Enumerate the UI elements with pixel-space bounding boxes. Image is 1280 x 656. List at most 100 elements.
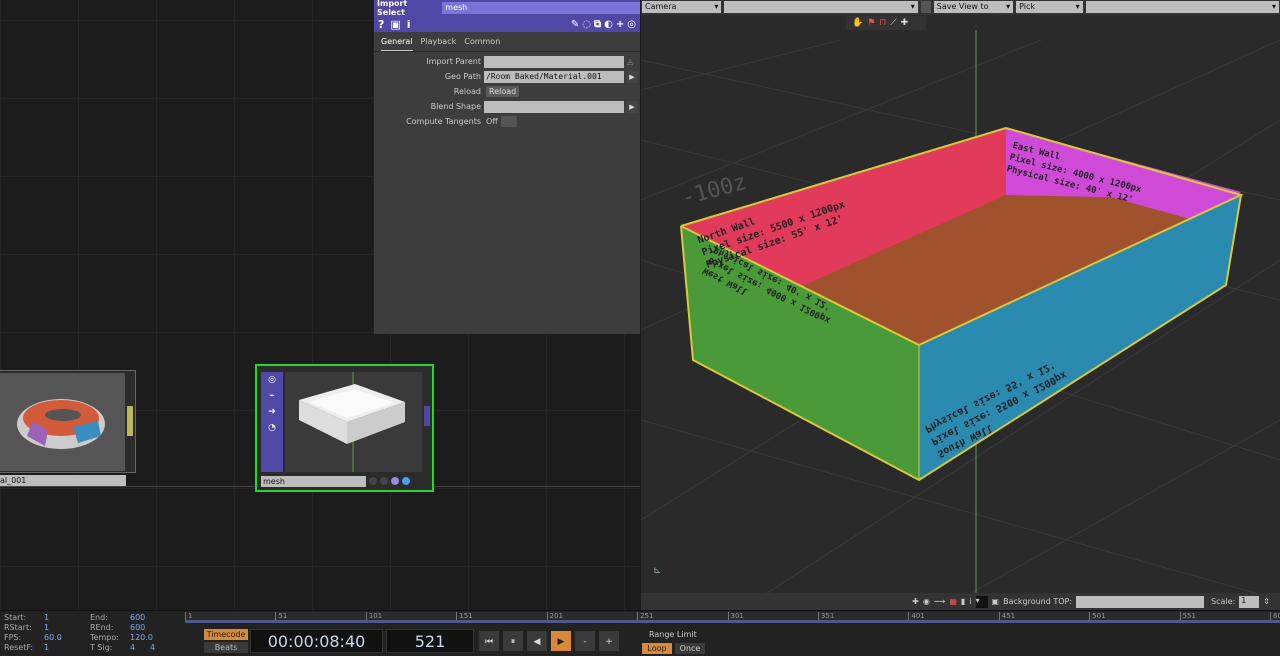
tab-common[interactable]: Common: [464, 37, 500, 51]
info-icon[interactable]: i: [407, 18, 411, 31]
pause-icon[interactable]: ⏸: [502, 630, 524, 652]
param-tabs: General Playback Common: [374, 32, 640, 52]
import-parent-field[interactable]: [484, 55, 624, 68]
camera-path-field[interactable]: [724, 1, 918, 13]
node-material-label[interactable]: al_001: [0, 475, 126, 486]
flag-icon[interactable]: ⚑: [867, 18, 875, 28]
param-geo-path: Geo Path /Room Baked/Material.001 ▶: [374, 69, 640, 84]
timecode-display[interactable]: 00:00:08:40: [250, 629, 383, 653]
timeline-ruler[interactable]: 151101151201251301351401451501551600: [185, 612, 1280, 623]
comment-icon[interactable]: ◌: [582, 19, 591, 30]
range-limit-label: Range Limit: [649, 630, 697, 639]
info-icon[interactable]: i: [969, 597, 971, 606]
param-label: Import Parent: [426, 57, 481, 66]
dropdown-icon[interactable]: ▾: [975, 595, 988, 608]
help-icon[interactable]: ?: [378, 18, 384, 31]
blend-shape-field[interactable]: [484, 100, 624, 113]
viewer-tools: ✋ ⚑ ⊓ ⟋ ✚: [846, 16, 926, 30]
camera-icon[interactable]: ◉: [923, 597, 930, 606]
timecode-button[interactable]: Timecode: [204, 629, 248, 640]
step-forward-icon[interactable]: +: [598, 630, 620, 652]
step-back-icon[interactable]: -: [574, 630, 596, 652]
crosshair-icon[interactable]: ✚: [901, 18, 909, 28]
compute-tangents-toggle[interactable]: Off: [486, 117, 498, 126]
copy-icon[interactable]: ⧉: [594, 19, 601, 30]
once-button[interactable]: Once: [675, 643, 705, 654]
operator-name-field[interactable]: mesh: [442, 2, 640, 14]
timeline-tick: 501: [1089, 612, 1106, 620]
python-icon[interactable]: ◐: [604, 19, 613, 30]
viewer-toolbar: Camera Save View to Pick: [641, 0, 1280, 15]
tab-general[interactable]: General: [381, 37, 413, 51]
play-forward-icon[interactable]: ▶: [550, 630, 572, 652]
node-mesh-label[interactable]: mesh: [261, 476, 366, 487]
loop-button[interactable]: Loop: [642, 643, 672, 654]
timeline-bar: Start: 1 End: 600 RStart: 1 REnd: 600 FPS: 60.0…: [0, 610, 1280, 656]
menu-arrow-icon[interactable]: ▶: [626, 100, 638, 113]
timeline-tick: 51: [275, 612, 287, 620]
timeline-tick: 351: [817, 612, 834, 620]
background-top-label: Background TOP:: [1003, 597, 1073, 606]
camera-dropdown[interactable]: Camera: [642, 1, 722, 13]
param-compute-tangents: Compute Tangents Off: [374, 114, 640, 129]
timeline-tick: 600: [1270, 612, 1280, 620]
play-backward-icon[interactable]: ◀: [526, 630, 548, 652]
timeline-tick: 201: [546, 612, 563, 620]
param-label: Blend Shape: [430, 102, 481, 111]
pin-icon[interactable]: ◬: [627, 57, 633, 66]
add-icon[interactable]: ✚: [912, 597, 919, 606]
time-mode: Timecode Beats: [188, 629, 248, 653]
param-toolbar: ? ▣ i ✎ ◌ ⧉ ◐ + ◎: [374, 16, 640, 32]
beats-button[interactable]: Beats: [204, 642, 248, 653]
torus-thumbnail: [17, 399, 105, 449]
background-top-field[interactable]: [1076, 595, 1205, 608]
node-sidebar: ◎ ⌁ ➔ ◔: [261, 372, 283, 472]
timeline-tick: 451: [998, 612, 1015, 620]
menu-arrow-icon[interactable]: ▶: [626, 70, 638, 83]
operator-type: Import Select: [377, 0, 408, 17]
photo-icon[interactable]: ▣: [992, 597, 1000, 606]
node-material[interactable]: [0, 370, 136, 473]
timeline-tick: 551: [1179, 612, 1196, 620]
parameter-panel: Import Select mesh ? ▣ i ✎ ◌ ⧉ ◐ + ◎ Gen…: [373, 0, 640, 334]
rewind-icon[interactable]: ⏮: [478, 630, 500, 652]
trash-icon[interactable]: ▮: [961, 597, 965, 606]
transport-controls: ⏮ ⏸ ◀ ▶ - +: [478, 630, 620, 652]
time-settings: Start: 1 End: 600 RStart: 1 REnd: 600 FPS: 60.0…: [4, 613, 156, 652]
geo-path-field[interactable]: /Room Baked/Material.001: [484, 70, 624, 83]
reload-button[interactable]: Reload: [486, 86, 520, 97]
timeline-tick: 1: [185, 612, 192, 620]
pick-dropdown[interactable]: Pick: [1016, 1, 1083, 13]
geometry-viewer[interactable]: -100z North Wall Pixel size: 5500 x 1200p…: [641, 0, 1280, 610]
node-mesh[interactable]: ◎ ⌁ ➔ ◔ mesh: [255, 364, 434, 492]
add-icon[interactable]: +: [616, 19, 624, 30]
save-view-dropdown[interactable]: Save View to: [933, 1, 1014, 13]
scale-field[interactable]: 1: [1239, 595, 1260, 608]
timeline-tick: 301: [727, 612, 744, 620]
param-label: Geo Path: [444, 72, 481, 81]
target-icon[interactable]: ◎: [627, 19, 636, 30]
param-import-parent: Import Parent ◬: [374, 54, 640, 69]
tab-playback[interactable]: Playback: [421, 37, 457, 51]
scale-label: Scale:: [1211, 597, 1236, 606]
timeline-tick: 151: [456, 612, 473, 620]
pick-field[interactable]: [1085, 1, 1280, 13]
operator-icon[interactable]: ▣: [390, 18, 400, 31]
measure-icon[interactable]: ⟋: [890, 18, 896, 28]
grid-icon[interactable]: ▦: [949, 597, 957, 606]
toggle-switch[interactable]: [500, 116, 517, 127]
link-icon[interactable]: ⟿: [934, 597, 945, 606]
frame-display[interactable]: 521: [386, 629, 474, 653]
param-label: Reload: [453, 87, 481, 96]
timeline-tick: 251: [637, 612, 653, 620]
axis-gizmo-icon: ⊾: [653, 565, 662, 576]
node-flags[interactable]: [369, 477, 410, 485]
viewport-3d[interactable]: [641, 0, 1280, 610]
stepper-icon[interactable]: ⇕: [1263, 597, 1270, 606]
edit-icon[interactable]: ✎: [571, 19, 579, 30]
timeline-tick: 401: [908, 612, 925, 620]
mesh-thumbnail: [285, 372, 422, 472]
snap-icon[interactable]: ⊓: [879, 18, 886, 28]
hand-icon[interactable]: ✋: [852, 18, 863, 28]
link-icon[interactable]: [920, 1, 931, 13]
